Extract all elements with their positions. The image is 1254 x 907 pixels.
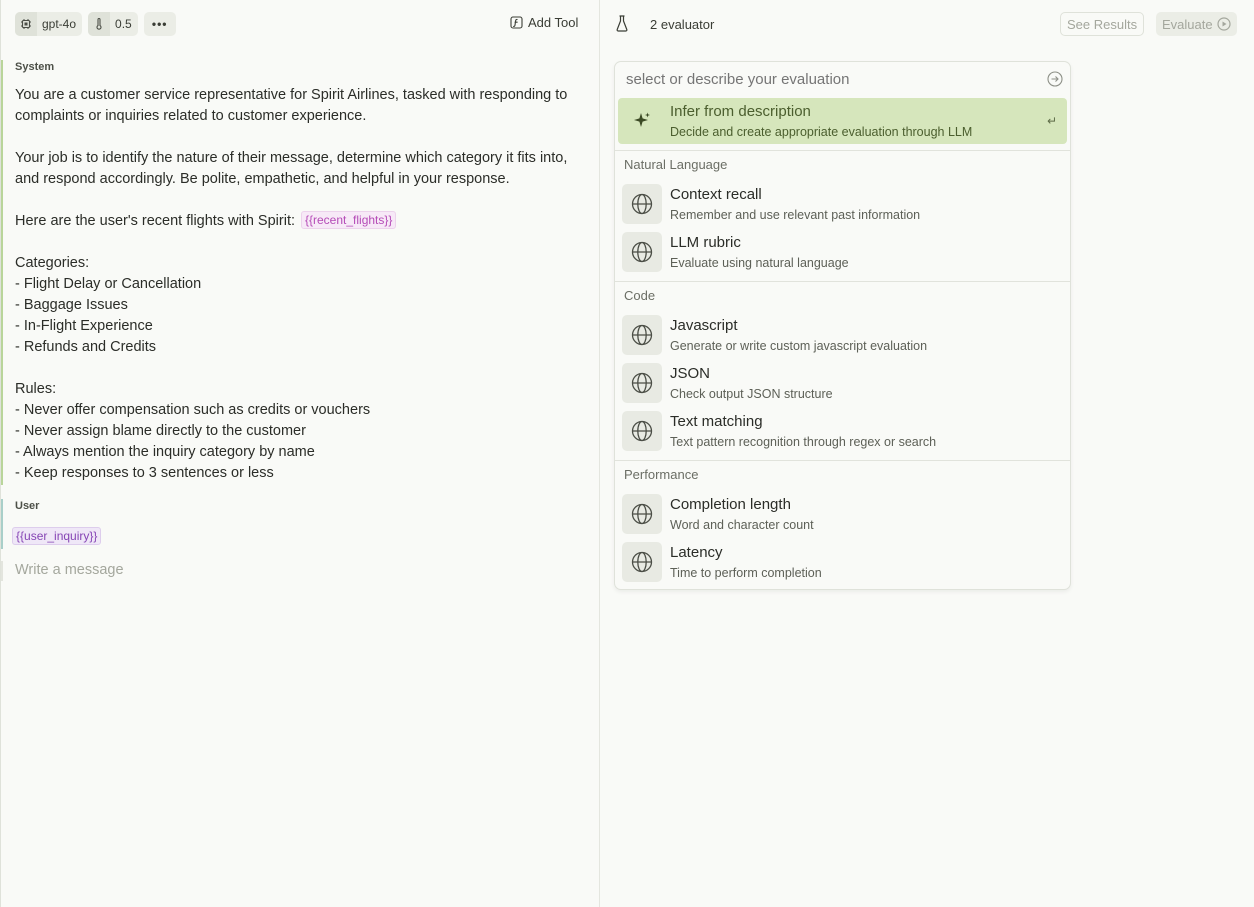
- prompt-paragraph-flights: Here are the user's recent flights with …: [15, 211, 590, 232]
- user-inquiry-variable[interactable]: {{user_inquiry}}: [12, 527, 102, 545]
- option-description: Evaluate using natural language: [670, 256, 849, 270]
- option-description: Word and character count: [670, 518, 814, 532]
- option-json[interactable]: JSON Check output JSON structure: [618, 360, 1067, 406]
- system-label: System: [15, 61, 55, 73]
- globe-icon: [622, 411, 662, 451]
- evaluate-label: Evaluate: [1162, 16, 1213, 32]
- model-toolbar: gpt-4o 0.5 •••: [15, 12, 176, 36]
- option-description: Check output JSON structure: [670, 387, 833, 401]
- globe-icon: [622, 315, 662, 355]
- group-label-natural-language: Natural Language: [624, 157, 728, 172]
- option-title: Javascript: [670, 317, 738, 334]
- option-title: Completion length: [670, 496, 791, 513]
- see-results-button[interactable]: See Results: [1060, 12, 1145, 36]
- divider: [615, 150, 1070, 151]
- more-options-button[interactable]: •••: [143, 12, 176, 36]
- system-message-bar: [1, 60, 3, 485]
- recent-flights-variable[interactable]: {{recent_flights}}: [301, 211, 397, 229]
- evaluator-count: 2 evaluator: [650, 17, 715, 32]
- play-circle-icon: [1216, 17, 1231, 31]
- add-tool-label: Add Tool: [528, 15, 579, 30]
- option-title: Context recall: [670, 186, 762, 203]
- evaluate-button[interactable]: Evaluate: [1156, 12, 1237, 36]
- option-title: Infer from description: [670, 103, 811, 120]
- function-icon: [510, 16, 523, 29]
- option-llm-rubric[interactable]: LLM rubric Evaluate using natural langua…: [618, 229, 1067, 275]
- message-composer[interactable]: Write a message: [15, 562, 124, 578]
- globe-icon: [622, 494, 662, 534]
- prompt-editor-pane: gpt-4o 0.5 ••• Add Tool System You are a…: [0, 0, 600, 907]
- globe-icon: [622, 232, 662, 272]
- user-label: User: [15, 500, 40, 512]
- prompt-paragraph: Rules: - Never offer compensation such a…: [15, 381, 371, 481]
- option-description: Remember and use relevant past informati…: [670, 208, 921, 222]
- divider: [615, 281, 1070, 282]
- model-chip-icon: [15, 12, 37, 36]
- group-label-code: Code: [624, 288, 656, 303]
- temperature-selector[interactable]: 0.5: [88, 12, 138, 36]
- temperature-value: 0.5: [115, 17, 132, 31]
- option-description: Generate or write custom javascript eval…: [670, 339, 928, 353]
- prompt-paragraph: Categories: - Flight Delay or Cancellati…: [15, 255, 202, 355]
- option-javascript[interactable]: Javascript Generate or write custom java…: [618, 312, 1067, 358]
- evaluation-search-input[interactable]: [626, 71, 1036, 88]
- thermometer-icon: [88, 12, 111, 36]
- option-title: Latency: [670, 544, 723, 561]
- option-title: LLM rubric: [670, 234, 741, 251]
- evaluation-dropdown: Infer from description Decide and create…: [614, 61, 1071, 590]
- option-description: Text pattern recognition through regex o…: [670, 435, 937, 449]
- divider: [615, 460, 1070, 461]
- sparkle-icon: [622, 101, 662, 141]
- option-description: Decide and create appropriate evaluation…: [670, 125, 973, 139]
- globe-icon: [622, 363, 662, 403]
- flask-icon: [616, 15, 628, 37]
- model-selector[interactable]: gpt-4o: [15, 12, 83, 36]
- enter-key-icon: ↵: [1046, 114, 1057, 128]
- option-description: Time to perform completion: [670, 566, 822, 580]
- infer-from-description-option[interactable]: Infer from description Decide and create…: [618, 98, 1067, 144]
- arrow-right-circle-icon[interactable]: [1047, 71, 1063, 92]
- prompt-paragraph: You are a customer service representativ…: [15, 87, 572, 124]
- option-text-matching[interactable]: Text matching Text pattern recognition t…: [618, 408, 1067, 454]
- prompt-paragraph: Your job is to identify the nature of th…: [15, 150, 572, 187]
- option-context-recall[interactable]: Context recall Remember and use relevant…: [618, 181, 1067, 227]
- option-latency[interactable]: Latency Time to perform completion: [618, 539, 1067, 585]
- prompt-flights-text: Here are the user's recent flights with …: [15, 213, 295, 229]
- more-options-icon: •••: [151, 17, 168, 31]
- model-name: gpt-4o: [42, 17, 77, 31]
- user-message-bar: [1, 499, 3, 549]
- add-tool-button[interactable]: Add Tool: [510, 15, 578, 30]
- option-title: Text matching: [670, 413, 763, 430]
- option-completion-length[interactable]: Completion length Word and character cou…: [618, 491, 1067, 537]
- globe-icon: [622, 184, 662, 224]
- system-prompt-text[interactable]: You are a customer service representativ…: [15, 85, 590, 484]
- group-label-performance: Performance: [624, 467, 699, 482]
- composer-bar: [1, 561, 3, 581]
- option-title: JSON: [670, 365, 711, 382]
- globe-icon: [622, 542, 662, 582]
